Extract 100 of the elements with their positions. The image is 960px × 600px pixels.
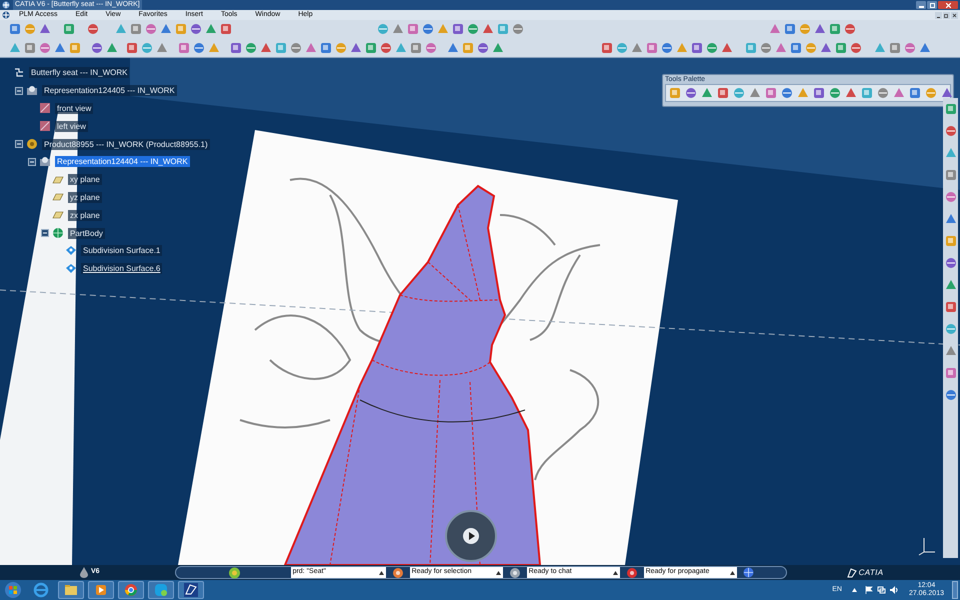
- tool-icon[interactable]: [834, 40, 848, 55]
- tool-icon[interactable]: [684, 86, 698, 100]
- tool-icon[interactable]: [819, 40, 833, 55]
- tool-icon[interactable]: [409, 40, 423, 55]
- tool-icon[interactable]: [90, 40, 104, 55]
- tool-icon[interactable]: [944, 212, 958, 226]
- tool-icon[interactable]: [86, 22, 100, 36]
- tool-icon[interactable]: [888, 40, 902, 55]
- globe-icon[interactable]: [742, 567, 754, 578]
- tool-icon[interactable]: [944, 190, 958, 204]
- tool-icon[interactable]: [843, 22, 857, 36]
- tool-icon[interactable]: [125, 40, 139, 55]
- network-icon[interactable]: [876, 586, 886, 594]
- tool-icon[interactable]: [903, 40, 917, 55]
- tool-icon[interactable]: [876, 86, 890, 100]
- tool-icon[interactable]: [812, 86, 826, 100]
- tree-item[interactable]: left view: [55, 120, 88, 132]
- tool-icon[interactable]: [944, 278, 958, 292]
- start-button[interactable]: [2, 581, 24, 599]
- tree-item[interactable]: Butterfly seat --- IN_WORK: [29, 67, 130, 78]
- tool-icon[interactable]: [289, 40, 303, 55]
- tool-icon[interactable]: [940, 86, 954, 100]
- tool-icon[interactable]: [615, 40, 629, 55]
- show-desktop-button[interactable]: [952, 581, 958, 599]
- tool-icon[interactable]: [406, 22, 420, 36]
- tool-icon[interactable]: [700, 86, 714, 100]
- tool-icon[interactable]: [23, 40, 37, 55]
- tree-item[interactable]: yz plane: [68, 192, 102, 203]
- tool-icon[interactable]: [376, 22, 390, 36]
- tool-icon[interactable]: [155, 40, 169, 55]
- tool-icon[interactable]: [705, 40, 719, 55]
- taskbar-button[interactable]: [88, 581, 114, 599]
- tool-icon[interactable]: [944, 366, 958, 380]
- minimize-icon[interactable]: [935, 12, 942, 18]
- close-button[interactable]: [938, 1, 958, 9]
- tool-icon[interactable]: [774, 40, 788, 55]
- maximize-button[interactable]: [927, 1, 937, 9]
- tool-icon[interactable]: [630, 40, 644, 55]
- tool-icon[interactable]: [748, 86, 762, 100]
- tool-icon[interactable]: [660, 40, 674, 55]
- caret-up-icon[interactable]: [378, 570, 384, 574]
- tree-item[interactable]: PartBody: [68, 228, 105, 239]
- caret-up-icon[interactable]: [496, 570, 501, 574]
- tool-icon[interactable]: [476, 40, 490, 55]
- tool-icon[interactable]: [424, 40, 438, 55]
- tool-icon[interactable]: [53, 40, 67, 55]
- speaker-icon[interactable]: [890, 586, 899, 594]
- tool-icon[interactable]: [690, 40, 704, 55]
- tree-item[interactable]: Subdivision Surface.1: [81, 245, 162, 256]
- status-icon[interactable]: [626, 566, 638, 578]
- status-icon[interactable]: [508, 566, 521, 578]
- tree-item[interactable]: front view: [55, 102, 94, 114]
- tool-icon[interactable]: [892, 86, 906, 100]
- tool-icon[interactable]: [944, 102, 958, 116]
- tool-icon[interactable]: [844, 86, 858, 100]
- minimize-button[interactable]: [916, 1, 926, 9]
- tool-icon[interactable]: [828, 86, 842, 100]
- tool-icon[interactable]: [23, 22, 37, 36]
- tree-item[interactable]: Product88955 --- IN_WORK (Product88955.1): [42, 138, 210, 150]
- tool-icon[interactable]: [944, 344, 958, 358]
- tool-icon[interactable]: [451, 22, 465, 36]
- collapse-icon[interactable]: [15, 140, 23, 148]
- tool-icon[interactable]: [783, 22, 797, 36]
- tree-item[interactable]: zx plane: [68, 210, 102, 221]
- taskbar-button[interactable]: [118, 581, 144, 599]
- tool-icon[interactable]: [105, 40, 119, 55]
- tool-icon[interactable]: [908, 86, 922, 100]
- tool-icon[interactable]: [944, 256, 958, 270]
- tool-icon[interactable]: [804, 40, 818, 55]
- tool-icon[interactable]: [764, 86, 778, 100]
- tool-icon[interactable]: [732, 86, 746, 100]
- status-icon[interactable]: [392, 566, 404, 578]
- tool-icon[interactable]: [129, 22, 143, 36]
- tool-icon[interactable]: [379, 40, 393, 55]
- caret-up-icon[interactable]: [612, 570, 618, 574]
- tool-icon[interactable]: [62, 22, 76, 36]
- tool-icon[interactable]: [334, 40, 348, 55]
- tool-icon[interactable]: [192, 40, 206, 55]
- caret-up-icon[interactable]: [730, 570, 735, 574]
- close-icon[interactable]: [951, 12, 958, 18]
- orb-icon[interactable]: [228, 566, 241, 578]
- tool-icon[interactable]: [716, 86, 730, 100]
- tree-item[interactable]: Representation124405 --- IN_WORK: [42, 85, 177, 96]
- tool-icon[interactable]: [189, 22, 203, 36]
- tool-icon[interactable]: [849, 40, 863, 55]
- tool-icon[interactable]: [828, 22, 842, 36]
- tool-icon[interactable]: [349, 40, 363, 55]
- tool-icon[interactable]: [491, 40, 505, 55]
- tool-icon[interactable]: [364, 40, 378, 55]
- tree-item[interactable]: xy plane: [68, 174, 102, 186]
- flag-icon[interactable]: [864, 586, 873, 594]
- tool-icon[interactable]: [259, 40, 273, 55]
- restore-icon[interactable]: [943, 12, 950, 18]
- caret-up-icon[interactable]: [852, 588, 857, 592]
- tool-icon[interactable]: [421, 22, 435, 36]
- tool-icon[interactable]: [446, 40, 460, 55]
- tool-icon[interactable]: [229, 40, 243, 55]
- tool-icon[interactable]: [944, 300, 958, 314]
- tool-icon[interactable]: [319, 40, 333, 55]
- tool-icon[interactable]: [219, 22, 233, 36]
